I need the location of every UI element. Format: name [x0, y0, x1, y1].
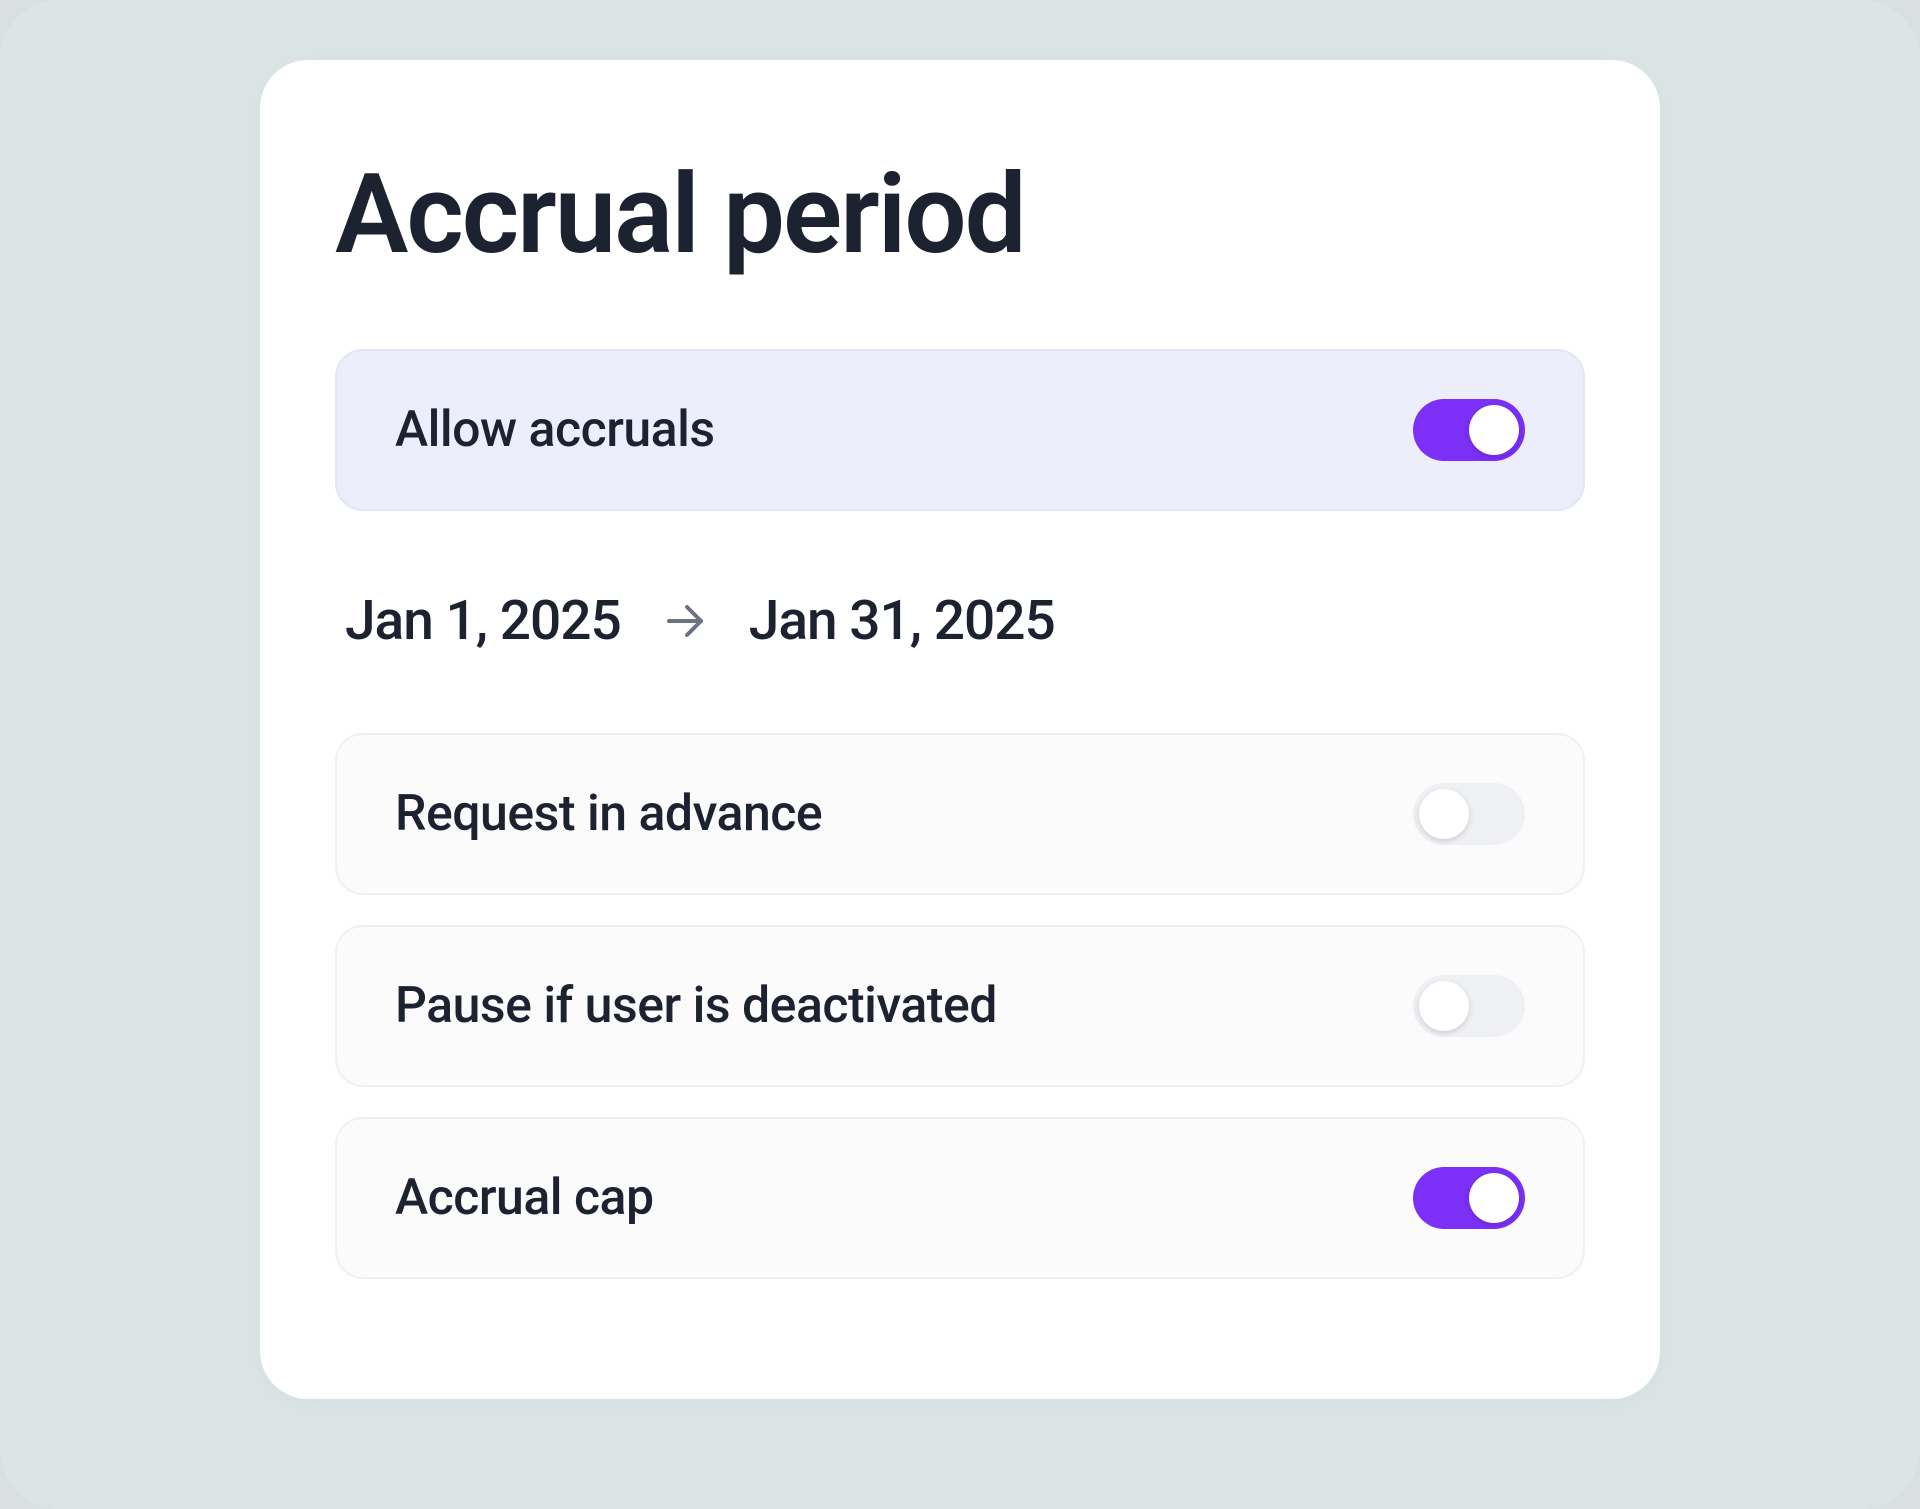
allow-accruals-label: Allow accruals [395, 401, 715, 459]
request-in-advance-row: Request in advance [335, 733, 1585, 895]
arrow-right-icon [661, 597, 709, 645]
settings-card: Accrual period Allow accruals Jan 1, 202… [260, 60, 1660, 1399]
toggle-knob [1419, 981, 1469, 1031]
date-start: Jan 1, 2025 [345, 589, 621, 653]
outer-container: Accrual period Allow accruals Jan 1, 202… [0, 0, 1920, 1509]
pause-if-deactivated-label: Pause if user is deactivated [395, 977, 997, 1035]
accrual-cap-toggle[interactable] [1413, 1167, 1525, 1229]
date-range: Jan 1, 2025 Jan 31, 2025 [335, 541, 1585, 723]
request-in-advance-toggle[interactable] [1413, 783, 1525, 845]
toggle-knob [1469, 405, 1519, 455]
request-in-advance-label: Request in advance [395, 785, 822, 843]
date-end: Jan 31, 2025 [749, 589, 1055, 653]
allow-accruals-toggle[interactable] [1413, 399, 1525, 461]
toggle-knob [1469, 1173, 1519, 1223]
pause-if-deactivated-toggle[interactable] [1413, 975, 1525, 1037]
accrual-cap-row: Accrual cap [335, 1117, 1585, 1279]
accrual-cap-label: Accrual cap [395, 1169, 654, 1227]
allow-accruals-row: Allow accruals [335, 349, 1585, 511]
toggle-knob [1419, 789, 1469, 839]
pause-if-deactivated-row: Pause if user is deactivated [335, 925, 1585, 1087]
page-title: Accrual period [335, 150, 1585, 279]
